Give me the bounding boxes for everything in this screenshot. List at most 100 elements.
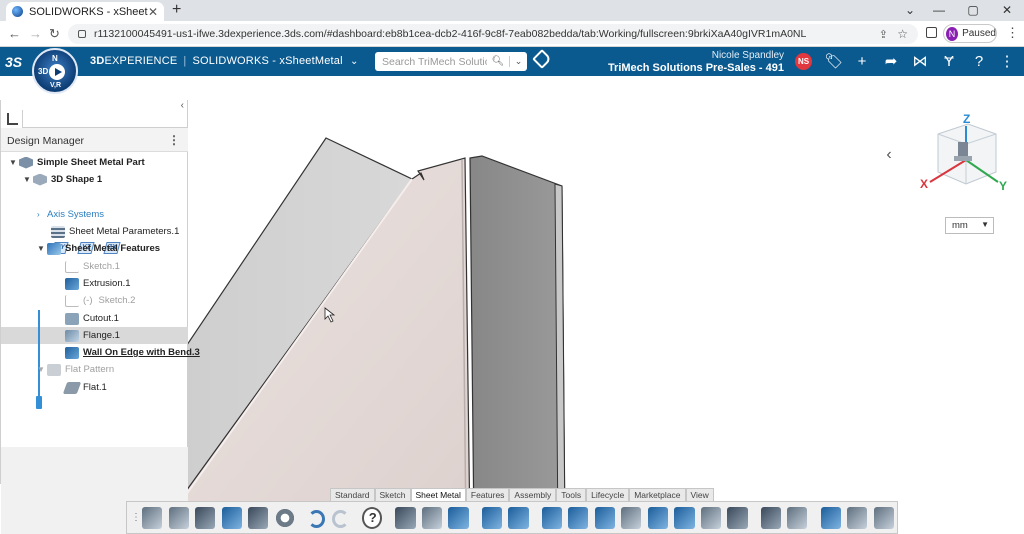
wall-on-edge-icon[interactable] <box>541 506 562 529</box>
search-icon[interactable]: 🔍︎ <box>487 56 509 67</box>
tree-node-3d-shape[interactable]: ▼ 3D Shape 1 <box>23 171 102 188</box>
fold-icon[interactable] <box>873 506 894 529</box>
units-dropdown[interactable]: mm ▼ <box>945 217 994 234</box>
help-icon[interactable]: ? <box>969 52 989 72</box>
new-part-icon[interactable] <box>142 506 163 529</box>
reload-icon[interactable]: ↻ <box>49 26 60 42</box>
sheet-metal-parameters-icon[interactable] <box>421 506 443 529</box>
app-brand[interactable]: 3DEXPERIENCE | SOLIDWORKS - xSheetMetal ⌄ <box>90 55 359 67</box>
share-page-icon[interactable]: ⇪ <box>879 28 888 41</box>
compass-play-icon[interactable] <box>49 64 65 80</box>
tree-node-part[interactable]: ▼ Simple Sheet Metal Part <box>9 154 145 171</box>
grip-icon[interactable]: ⋮ <box>131 512 141 523</box>
bookmark-star-icon[interactable]: ☆ <box>897 27 908 41</box>
flange-icon[interactable] <box>568 506 589 529</box>
pattern-icon[interactable] <box>760 506 781 529</box>
add-icon[interactable]: + <box>852 52 872 72</box>
open-icon[interactable] <box>168 506 189 529</box>
profile-button[interactable]: N Paused <box>943 24 997 43</box>
tab-features[interactable]: Features <box>465 488 510 501</box>
tab-view[interactable]: View <box>685 488 714 501</box>
compass-widget[interactable]: N 3D V,R <box>32 48 78 94</box>
expand-icon[interactable]: ▼ <box>9 158 19 167</box>
properties-icon[interactable] <box>248 506 269 529</box>
url-field[interactable]: r1132100045491-us1-ifwe.3dexperience.3ds… <box>68 24 918 44</box>
more-icon[interactable]: ⋮ <box>997 52 1017 72</box>
tree-tab-icon[interactable] <box>1 110 23 128</box>
tear-drop-icon[interactable] <box>621 506 642 529</box>
tab-assembly[interactable]: Assembly <box>509 488 557 501</box>
wall-icon[interactable] <box>481 506 502 529</box>
rollback-bar[interactable] <box>38 310 40 406</box>
sheet-metal-features-icon <box>47 242 61 255</box>
help-icon[interactable] <box>361 506 383 529</box>
settings-gear-icon[interactable] <box>274 506 295 529</box>
tree-node-sketch-2[interactable]: (-) Sketch.2 <box>65 292 135 309</box>
tab-marketplace[interactable]: Marketplace <box>629 488 686 501</box>
tab-lifecycle[interactable]: Lifecycle <box>586 488 630 501</box>
undo-icon[interactable] <box>308 509 326 528</box>
tree-node-extrusion-1[interactable]: Extrusion.1 <box>65 275 131 292</box>
expand-icon[interactable]: ▼ <box>37 244 47 253</box>
redo-icon[interactable] <box>331 509 349 528</box>
tree-node-wall-on-edge[interactable]: Wall On Edge with Bend.3 <box>65 344 200 361</box>
tree-node-axis-systems[interactable]: › Axis Systems <box>37 206 104 223</box>
tree-label: Flat Pattern <box>65 364 115 375</box>
thickness-icon[interactable] <box>448 506 469 529</box>
minimize-icon[interactable]: — <box>922 0 956 21</box>
right-panel-expand-icon[interactable]: ‹ <box>878 143 900 169</box>
side-panel-icon[interactable] <box>926 27 937 38</box>
maximize-icon[interactable]: ▢ <box>956 0 990 21</box>
tree-node-flat-pattern[interactable]: ▼ Flat Pattern <box>37 361 114 378</box>
right-wall-face[interactable] <box>469 155 566 534</box>
extrusion-wall-icon[interactable] <box>508 506 529 529</box>
view-triad-cube[interactable]: Z X Y <box>916 112 1012 196</box>
close-tab-icon[interactable]: ✕ <box>148 5 158 19</box>
tree-node-parameters[interactable]: Sheet Metal Parameters.1 <box>51 223 179 240</box>
expand-icon[interactable]: › <box>37 210 47 219</box>
browser-menu-icon[interactable]: ⋮ <box>1006 25 1019 41</box>
tree-node-sketch-1[interactable]: Sketch.1 <box>65 258 120 275</box>
tree-label: Sheet Metal Parameters.1 <box>69 226 180 237</box>
search-input[interactable]: Search TriMech Solutions <box>375 56 487 68</box>
search-dropdown-icon[interactable]: ⌄ <box>509 56 527 67</box>
mirror-icon[interactable] <box>787 506 808 529</box>
stamp-icon[interactable] <box>727 506 748 529</box>
tab-sketch[interactable]: Sketch <box>374 488 411 501</box>
window-close-icon[interactable]: ✕ <box>990 0 1024 21</box>
refresh-icon[interactable] <box>221 506 242 529</box>
panel-menu-icon[interactable]: ⋮ <box>168 133 180 147</box>
flat-pattern-icon[interactable] <box>847 506 868 529</box>
browser-tab[interactable]: SOLIDWORKS - xSheetMetal ✕ <box>6 2 164 21</box>
share-icon[interactable]: ➦ <box>881 52 901 72</box>
user-info[interactable]: Nicole Spandley TriMech Solutions Pre-Sa… <box>600 50 784 74</box>
new-tab-icon[interactable]: + <box>172 1 181 19</box>
forward-icon[interactable]: → <box>29 26 42 41</box>
rollback-handle[interactable] <box>36 396 42 409</box>
unfold-icon[interactable] <box>820 506 841 529</box>
hem-icon[interactable] <box>594 506 615 529</box>
save-icon[interactable] <box>195 506 216 529</box>
notifications-icon[interactable]: 🏷︎ <box>824 52 844 72</box>
search-box[interactable]: Search TriMech Solutions 🔍︎ ⌄ <box>375 52 527 71</box>
expand-icon[interactable]: ▼ <box>23 175 33 184</box>
tree-node-sheet-metal-features[interactable]: ▼ Sheet Metal Features <box>37 240 160 257</box>
cutout-icon[interactable] <box>674 506 695 529</box>
chevron-down-icon[interactable]: ⌄ <box>350 56 359 67</box>
tree-node-flat-1[interactable]: Flat.1 <box>62 379 107 396</box>
tab-tools[interactable]: Tools <box>556 488 587 501</box>
tree-node-cutout-1[interactable]: Cutout.1 <box>65 310 119 327</box>
sheet-metal-table-icon[interactable] <box>395 506 416 529</box>
expand-icon[interactable]: ▼ <box>37 365 47 374</box>
network-icon[interactable]: ⋈ <box>910 52 930 72</box>
apps-icon[interactable]: Ɏ <box>939 52 959 72</box>
tab-sheet-metal[interactable]: Sheet Metal <box>410 488 466 501</box>
user-avatar[interactable]: NS <box>795 53 812 70</box>
tab-standard[interactable]: Standard <box>330 488 375 501</box>
back-icon[interactable]: ← <box>8 26 21 41</box>
bend-icon[interactable] <box>647 506 668 529</box>
tree-node-flange-1[interactable]: Flange.1 <box>65 327 120 344</box>
tab-search-icon[interactable]: ⌄ <box>898 0 922 21</box>
tag-icon[interactable] <box>532 49 552 69</box>
corner-relief-icon[interactable] <box>700 506 722 529</box>
